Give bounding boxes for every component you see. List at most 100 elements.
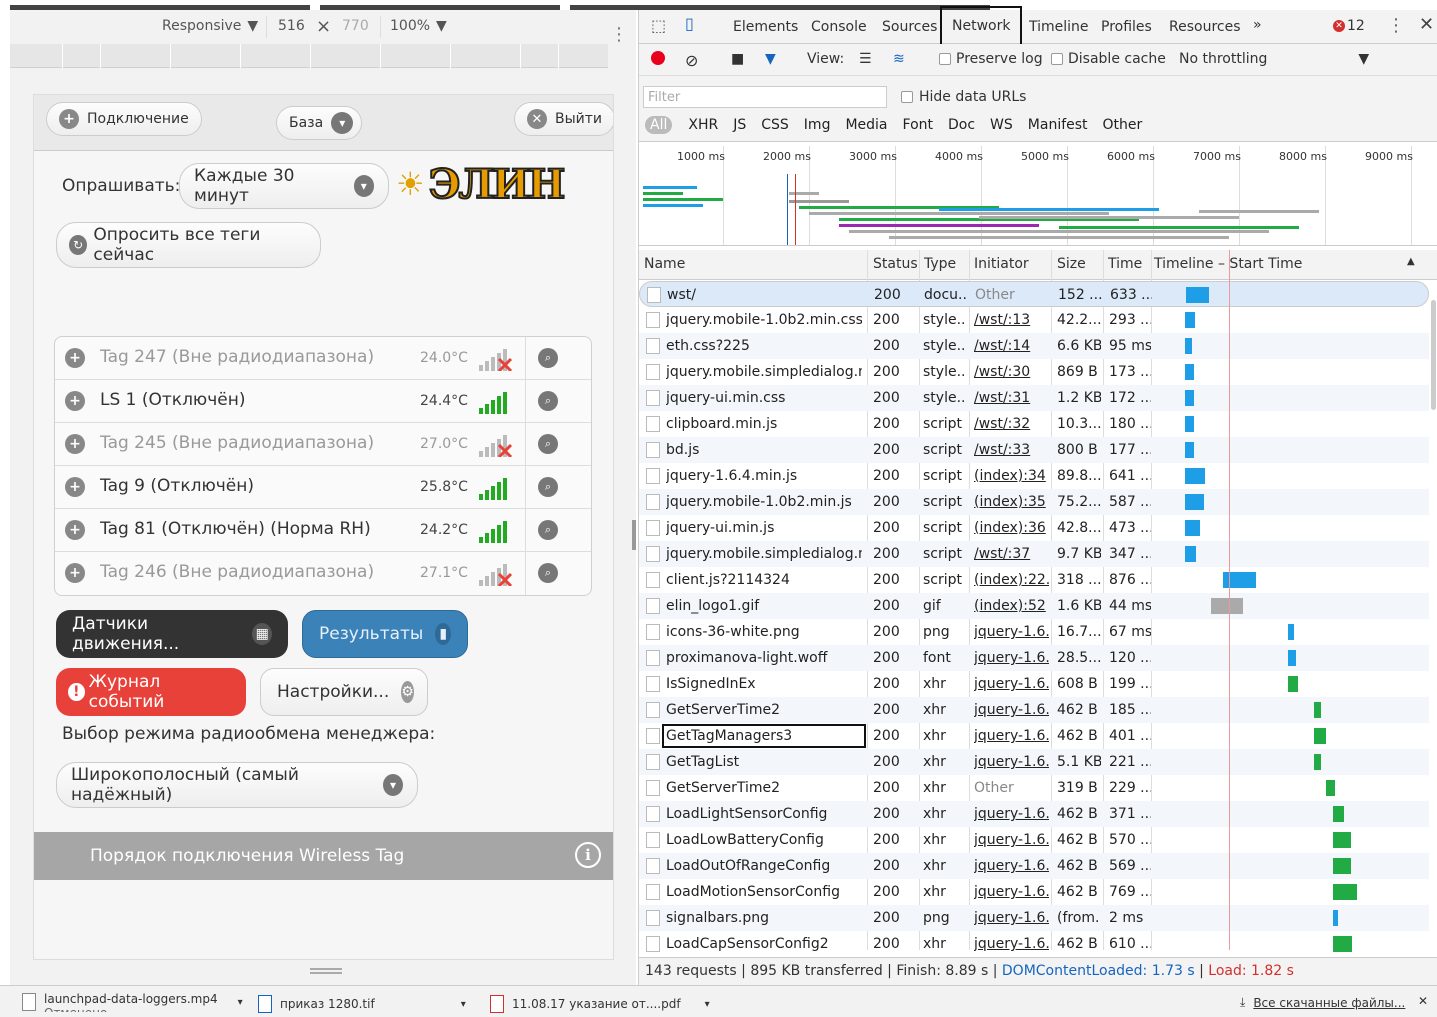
waterfall-icon[interactable]: ≋	[893, 51, 905, 67]
close-icon[interactable]: ✕	[1419, 14, 1434, 35]
request-initiator[interactable]: /wst/:14	[974, 338, 1049, 354]
filter-type-css[interactable]: CSS	[761, 117, 789, 133]
request-initiator[interactable]: jquery-1.6...	[974, 754, 1049, 770]
request-initiator[interactable]: jquery-1.6...	[974, 884, 1049, 900]
tag-row[interactable]: + Tag 247 (Вне радиодиапазона) 24.0°C ⌕	[55, 337, 591, 380]
tab-timeline[interactable]: Timeline	[1029, 19, 1089, 35]
width-field[interactable]: 516	[278, 18, 305, 34]
request-initiator[interactable]: jquery-1.6...	[974, 702, 1049, 718]
request-initiator[interactable]: jquery-1.6...	[974, 650, 1049, 666]
filter-type-ws[interactable]: WS	[990, 117, 1013, 133]
tab-elements[interactable]: Elements	[733, 19, 798, 35]
filter-type-manifest[interactable]: Manifest	[1028, 117, 1088, 133]
tag-row[interactable]: + Tag 81 (Отключён) (Норма RH) 24.2°C ⌕	[55, 509, 591, 552]
plus-icon[interactable]: +	[65, 348, 85, 368]
request-initiator[interactable]: /wst/:31	[974, 390, 1049, 406]
chevron-down-icon[interactable]: ▾	[705, 999, 710, 1010]
filter-type-other[interactable]: Other	[1103, 117, 1143, 133]
request-initiator[interactable]: jquery-1.6...	[974, 936, 1049, 952]
col-name[interactable]: Name	[644, 256, 685, 272]
request-initiator[interactable]: jquery-1.6...	[974, 806, 1049, 822]
request-row[interactable]: elin_logo1.gif 200 gif (index):52 1.6 KB 44 m…	[639, 593, 1429, 619]
request-initiator[interactable]: /wst/:30	[974, 364, 1049, 380]
disable-cache-checkbox[interactable]: Disable cache	[1051, 51, 1166, 67]
base-button[interactable]: База ▾	[276, 106, 363, 140]
request-initiator[interactable]: jquery-1.6...	[974, 728, 1049, 744]
plus-icon[interactable]: +	[65, 434, 85, 454]
tag-row[interactable]: + LS 1 (Отключён) 24.4°C ⌕	[55, 380, 591, 423]
search-icon[interactable]: ⌕	[538, 520, 558, 540]
request-row[interactable]: GetTagManagers3 200 xhr jquery-1.6... 462 B 4…	[639, 723, 1429, 749]
scrollbar[interactable]	[1431, 300, 1436, 410]
request-initiator[interactable]: (index):36	[974, 520, 1049, 536]
request-row[interactable]: jquery.mobile-1.0b2.min.css?2... 200 style…	[639, 307, 1429, 333]
request-row[interactable]: clipboard.min.js 200 script/wst/:32 10.3...…	[639, 411, 1429, 437]
request-row[interactable]: signalbars.png 200 png jquery-1.6... (from..…	[639, 905, 1429, 931]
filter-type-xhr[interactable]: XHR	[688, 117, 718, 133]
info-icon[interactable]: i	[575, 842, 601, 868]
tab-console[interactable]: Console	[811, 19, 867, 35]
zoom-select[interactable]: 100% ▼	[390, 18, 447, 34]
sort-icon[interactable]: ▲	[1407, 256, 1415, 267]
tab-sources[interactable]: Sources	[882, 19, 937, 35]
request-initiator[interactable]: jquery-1.6...	[974, 858, 1049, 874]
request-row[interactable]: jquery.mobile.simpledialog.min... 200 scri…	[639, 541, 1429, 567]
more-tabs-icon[interactable]: »	[1253, 17, 1262, 33]
col-time[interactable]: Time	[1108, 256, 1142, 272]
clear-icon[interactable]: ⊘	[685, 51, 698, 70]
settings-button[interactable]: Настройки... ⚙	[260, 668, 428, 716]
col-status[interactable]: Status	[873, 256, 918, 272]
filter-type-js[interactable]: JS	[733, 117, 746, 133]
show-all-downloads[interactable]: ⤓ Все скачанные файлы...	[1240, 995, 1405, 1010]
request-initiator[interactable]: jquery-1.6...	[974, 624, 1049, 640]
tab-resources[interactable]: Resources	[1169, 19, 1241, 35]
request-row[interactable]: jquery-ui.min.css 200 style... /wst/:31 1.2 …	[639, 385, 1429, 411]
tag-row[interactable]: + Tag 245 (Вне радиодиапазона) 27.0°C ⌕	[55, 423, 591, 466]
search-icon[interactable]: ⌕	[538, 348, 558, 368]
plus-icon[interactable]: +	[65, 477, 85, 497]
device-mode-icon[interactable]: ▯	[685, 14, 694, 33]
request-row[interactable]: LoadLightSensorConfig 200 xhr jquery-1.6...…	[639, 801, 1429, 827]
col-initiator[interactable]: Initiator	[974, 256, 1029, 272]
filter-type-font[interactable]: Font	[903, 117, 933, 133]
request-initiator[interactable]: (index):52	[974, 598, 1049, 614]
request-row[interactable]: LoadOutOfRangeConfig 200 xhr jquery-1.6... 4…	[639, 853, 1429, 879]
poll-interval-select[interactable]: Каждые 30 минут ▾	[179, 163, 389, 209]
device-mode-select[interactable]: Responsive ▼	[162, 18, 258, 34]
media-query-ruler[interactable]	[10, 44, 608, 68]
request-row[interactable]: GetTagList 200 xhr jquery-1.6... 5.1 KB 221 .…	[639, 749, 1429, 775]
filter-icon[interactable]: ▼	[765, 51, 776, 67]
request-initiator[interactable]: (index):22...	[974, 572, 1049, 588]
request-row[interactable]: icons-36-white.png 200 png jquery-1.6... 16.…	[639, 619, 1429, 645]
more-icon[interactable]: ⋮	[610, 24, 628, 45]
chevron-down-icon[interactable]: ▾	[461, 999, 466, 1010]
tag-row[interactable]: + Tag 9 (Отключён) 25.8°C ⌕	[55, 466, 591, 509]
request-row[interactable]: GetServerTime2 200 xhr Other 319 B 229 ...	[639, 775, 1429, 801]
filter-type-doc[interactable]: Doc	[948, 117, 975, 133]
connection-guide-bar[interactable]: Порядок подключения Wireless Tag i	[34, 832, 613, 880]
poll-now-button[interactable]: ↻ Опросить все теги сейчас	[56, 222, 321, 268]
search-icon[interactable]: ⌕	[538, 477, 558, 497]
request-initiator[interactable]: /wst/:32	[974, 416, 1049, 432]
request-row[interactable]: LoadLowBatteryConfig 200 xhr jquery-1.6... 4…	[639, 827, 1429, 853]
request-row[interactable]: proximanova-light.woff 200 font jquery-1.6.…	[639, 645, 1429, 671]
network-overview[interactable]: 1000 ms 2000 ms 3000 ms 4000 ms 5000 ms 6000 …	[639, 146, 1437, 246]
request-row[interactable]: LoadMotionSensorConfig 200 xhr jquery-1.6..…	[639, 879, 1429, 905]
request-row[interactable]: jquery-1.6.4.min.js 200 script (index):34 89…	[639, 463, 1429, 489]
throttling-select[interactable]: No throttling ▼	[1179, 51, 1369, 67]
tab-profiles[interactable]: Profiles	[1101, 19, 1152, 35]
event-log-button[interactable]: ! Журнал событий	[56, 668, 246, 716]
tab-network[interactable]: Network	[940, 6, 1023, 46]
resize-handle-bottom[interactable]	[310, 968, 342, 974]
list-view-icon[interactable]: ☰	[859, 51, 872, 67]
request-row[interactable]: GetServerTime2 200 xhr jquery-1.6... 462 B 18…	[639, 697, 1429, 723]
request-row[interactable]: LoadCapSensorConfig2 200 xhr jquery-1.6... 4…	[639, 931, 1429, 957]
request-initiator[interactable]: jquery-1.6...	[974, 832, 1049, 848]
plus-icon[interactable]: +	[65, 520, 85, 540]
inspect-icon[interactable]: ⬚	[651, 16, 666, 35]
download-item[interactable]: 11.08.17 указание от....pdf ▾	[490, 995, 710, 1013]
search-icon[interactable]: ⌕	[538, 563, 558, 583]
hide-data-urls-checkbox[interactable]: Hide data URLs	[901, 89, 1026, 105]
request-initiator[interactable]: /wst/:37	[974, 546, 1049, 562]
request-initiator[interactable]: jquery-1.6...	[974, 910, 1049, 926]
